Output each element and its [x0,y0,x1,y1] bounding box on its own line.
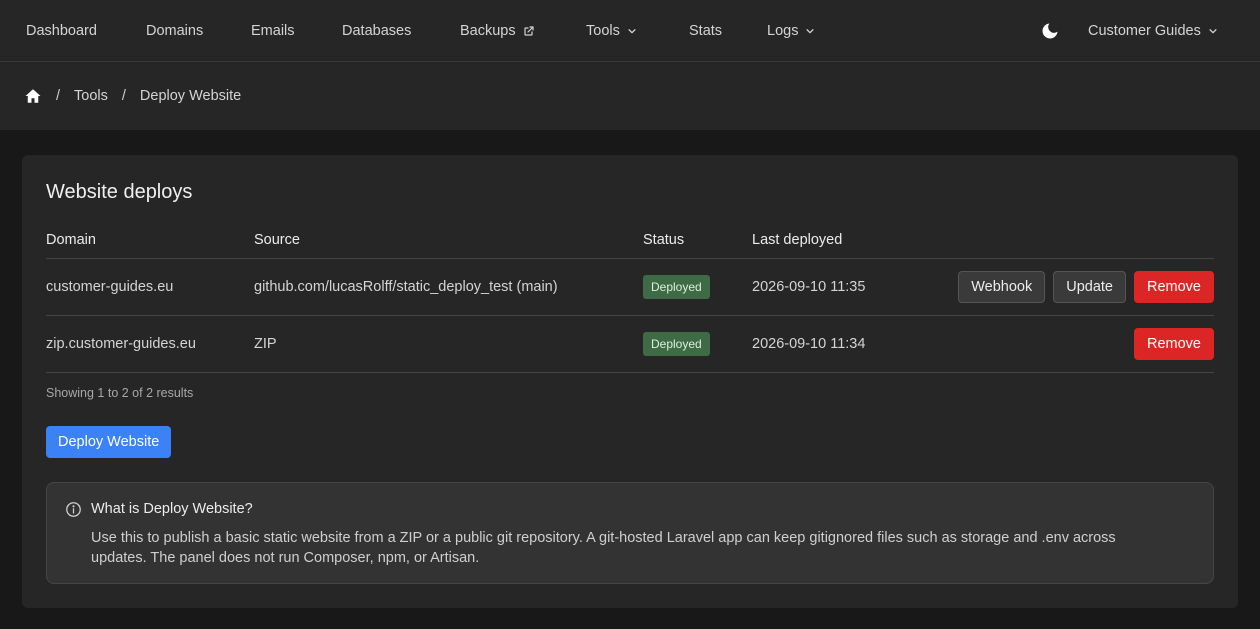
pagination-summary: Showing 1 to 2 of 2 results [46,386,194,400]
top-navigation: Dashboard Domains Emails Databases Backu… [0,0,1260,62]
chevron-down-icon [628,29,636,34]
chevron-down-icon [806,29,814,34]
card-title: Website deploys [46,181,193,203]
account-menu[interactable]: Customer Guides [1088,0,1218,62]
website-deploys-card: Website deploys Domain Source Status Las… [22,155,1238,608]
nav-tools[interactable]: Tools [586,0,637,62]
breadcrumb-tools[interactable]: Tools [74,88,108,104]
nav-databases[interactable]: Databases [342,0,411,62]
deploys-table: Domain Source Status Last deployed custo… [46,221,1214,373]
breadcrumb: / Tools / Deploy Website [0,62,1260,130]
column-source: Source [254,231,300,248]
remove-button[interactable]: Remove [1134,328,1214,360]
status-badge: Deployed [643,332,710,356]
row-domain: zip.customer-guides.eu [46,336,196,352]
external-link-icon [524,26,534,36]
row-source: ZIP [254,336,277,352]
nav-domains[interactable]: Domains [146,0,203,62]
info-text: Use this to publish a basic static websi… [91,530,1116,566]
row-actions: Webhook Update Remove [958,271,1214,303]
moon-icon [1042,23,1058,39]
nav-emails[interactable]: Emails [251,0,295,62]
nav-backups[interactable]: Backups [460,0,535,62]
breadcrumb-home[interactable] [24,87,42,105]
row-domain: customer-guides.eu [46,279,174,295]
status-badge: Deployed [643,275,710,299]
breadcrumb-separator: / [56,88,61,104]
info-title: What is Deploy Website? [91,501,253,517]
chevron-down-icon [1209,29,1217,34]
info-box: What is Deploy Website? Use this to publ… [46,482,1214,584]
table-row: customer-guides.eu github.com/lucasRolff… [46,259,1214,316]
breadcrumb-separator: / [121,88,126,104]
home-icon [25,89,41,103]
column-domain: Domain [46,231,96,248]
table-header: Domain Source Status Last deployed [46,221,1214,259]
nav-stats[interactable]: Stats [689,0,722,62]
deploy-website-button[interactable]: Deploy Website [46,426,172,458]
nav-dashboard[interactable]: Dashboard [26,0,97,62]
row-last-deployed: 2026-09-10 11:34 [752,336,866,352]
row-last-deployed: 2026-09-10 11:35 [752,279,866,295]
webhook-button[interactable]: Webhook [958,271,1046,303]
theme-toggle-button[interactable] [1033,0,1060,62]
breadcrumb-current: Deploy Website [139,88,242,104]
row-actions: Remove [1134,328,1214,360]
update-button[interactable]: Update [1053,271,1126,303]
remove-button[interactable]: Remove [1134,271,1214,303]
nav-logs[interactable]: Logs [767,0,815,62]
column-last-deployed: Last deployed [752,231,843,248]
column-status: Status [643,231,685,248]
table-row: zip.customer-guides.eu ZIP Deployed 2026… [46,316,1214,373]
row-source: github.com/lucasRolff/static_deploy_test… [254,279,558,295]
info-icon [66,502,81,517]
